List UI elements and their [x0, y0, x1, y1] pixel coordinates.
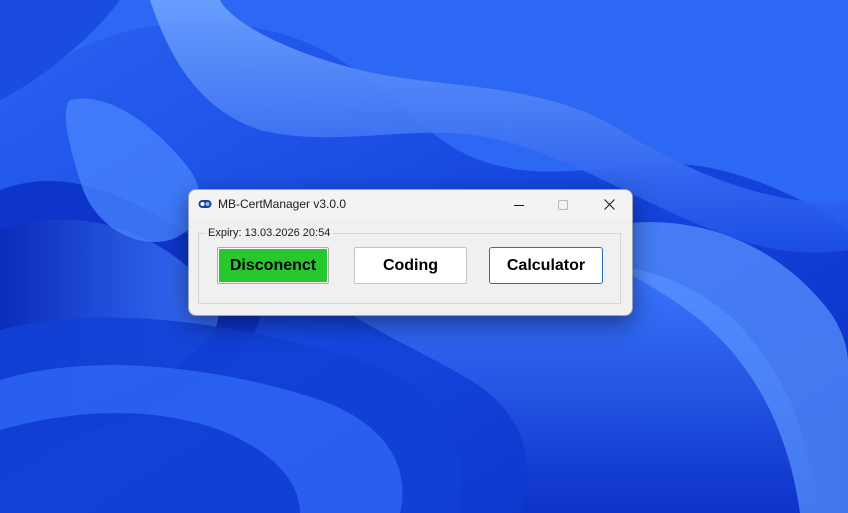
disconnect-button[interactable]: Disconenct: [217, 247, 329, 284]
close-button[interactable]: [587, 190, 631, 219]
desktop: MB-CertManager v3.0.0 Expiry: 13.03.2026…: [0, 0, 848, 513]
cert-manager-window: MB-CertManager v3.0.0 Expiry: 13.03.2026…: [188, 189, 633, 316]
maximize-icon: [558, 199, 568, 210]
maximize-button[interactable]: [541, 190, 585, 219]
window-title: MB-CertManager v3.0.0: [218, 197, 347, 211]
calculator-button[interactable]: Calculator: [489, 247, 603, 284]
coding-button[interactable]: Coding: [354, 247, 467, 284]
title-bar[interactable]: MB-CertManager v3.0.0: [189, 190, 632, 219]
close-icon: [603, 199, 615, 210]
app-logo-icon: [198, 200, 212, 208]
minimize-icon: [514, 204, 524, 206]
minimize-button[interactable]: [497, 190, 541, 219]
expiry-label: Expiry: 13.03.2026 20:54: [205, 227, 334, 240]
